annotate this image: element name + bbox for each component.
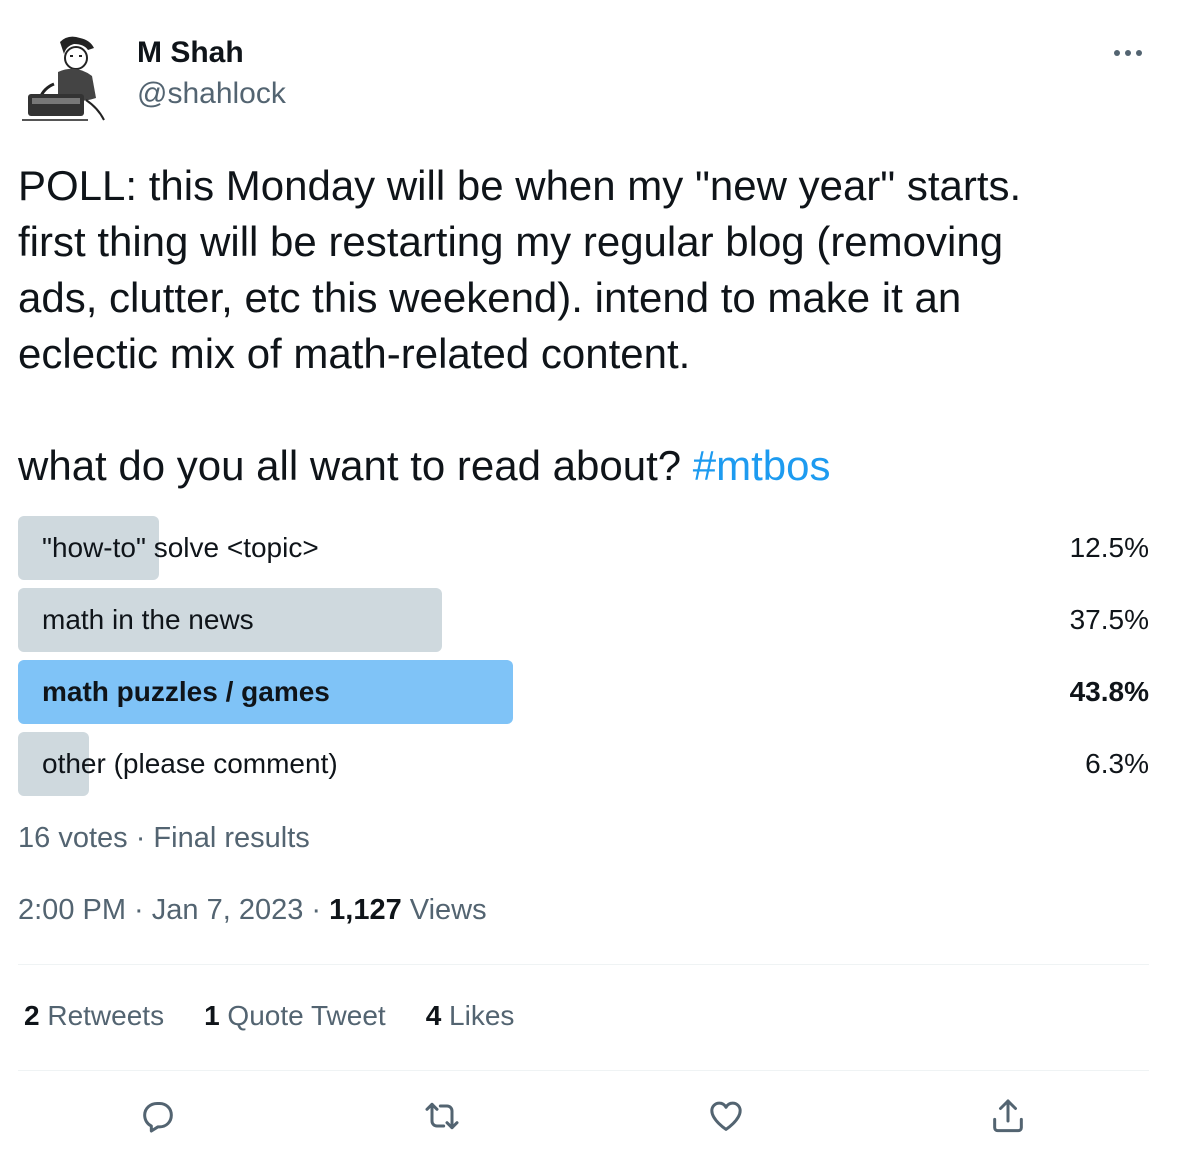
tweet-line: first thing will be restarting my regula… (18, 218, 1004, 265)
poll-option: other (please comment) 6.3% (18, 732, 1149, 796)
poll-votes: 16 votes (18, 822, 128, 854)
tweet-line: POLL: this Monday will be when my "new y… (18, 162, 1022, 209)
poll-status: Final results (153, 822, 310, 854)
hashtag-link[interactable]: #mtbos (693, 442, 831, 489)
reply-icon (138, 1096, 178, 1141)
question-text: what do you all want to read about? (18, 442, 693, 489)
likes-count: 4 (425, 1000, 442, 1031)
poll-option-percent: 43.8% (1069, 676, 1149, 707)
poll-option: math puzzles / games 43.8% (18, 660, 1149, 724)
reply-button[interactable] (134, 1094, 182, 1142)
poll-option-label: "how-to" solve <topic> (42, 532, 319, 563)
likes-stat[interactable]: 4 Likes (426, 1000, 515, 1032)
poll-summary: 16 votes · Final results (18, 822, 310, 855)
poll-option-percent: 12.5% (1069, 532, 1149, 563)
share-icon (988, 1096, 1028, 1141)
more-icon[interactable] (1108, 38, 1148, 68)
retweets-count: 2 (24, 1000, 40, 1031)
poll-option-percent: 37.5% (1069, 604, 1149, 635)
retweet-icon (422, 1096, 462, 1141)
quotes-stat[interactable]: 1 Quote Tweet (204, 1000, 386, 1032)
avatar[interactable] (18, 28, 118, 128)
action-bar (0, 1094, 1178, 1144)
separator: · (126, 894, 152, 926)
tweet-line: eclectic mix of math-related content. (18, 330, 691, 377)
views-count: 1,127 (329, 894, 402, 926)
views-label: Views (401, 894, 487, 926)
tweet-time[interactable]: 2:00 PM (18, 894, 126, 926)
avatar-sketch-image (18, 28, 118, 128)
divider (18, 1070, 1149, 1071)
like-button[interactable] (702, 1094, 750, 1142)
poll-option: "how-to" solve <topic> 12.5% (18, 516, 1149, 580)
poll-option: math in the news 37.5% (18, 588, 1149, 652)
separator: · (127, 822, 154, 854)
tweet-question: what do you all want to read about? #mtb… (18, 438, 1158, 494)
retweet-button[interactable] (418, 1094, 466, 1142)
retweets-stat[interactable]: 2 Retweets (24, 1000, 164, 1032)
poll-option-percent: 6.3% (1085, 748, 1149, 779)
quotes-count: 1 (204, 1000, 220, 1031)
likes-label: Likes (441, 1000, 515, 1031)
poll-option-label: other (please comment) (42, 748, 338, 779)
poll-option-label: math in the news (42, 604, 254, 635)
quotes-label: Quote Tweet (219, 1000, 386, 1031)
author-name[interactable]: M Shah (137, 36, 244, 70)
author-handle[interactable]: @shahlock (137, 77, 286, 111)
tweet-text: POLL: this Monday will be when my "new y… (18, 158, 1158, 494)
poll-option-label: math puzzles / games (42, 676, 330, 707)
tweet-timestamp: 2:00 PM · Jan 7, 2023 · 1,127 Views (18, 894, 487, 927)
divider (18, 964, 1149, 965)
tweet-line: ads, clutter, etc this weekend). intend … (18, 274, 962, 321)
poll: "how-to" solve <topic> 12.5% math in the… (18, 516, 1149, 804)
tweet-date[interactable]: Jan 7, 2023 (152, 894, 304, 926)
separator: · (303, 894, 330, 926)
share-button[interactable] (984, 1094, 1032, 1142)
retweets-label: Retweets (39, 1000, 165, 1031)
heart-icon (706, 1096, 746, 1141)
engagement-stats: 2 Retweets 1 Quote Tweet 4 Likes (24, 1000, 514, 1032)
